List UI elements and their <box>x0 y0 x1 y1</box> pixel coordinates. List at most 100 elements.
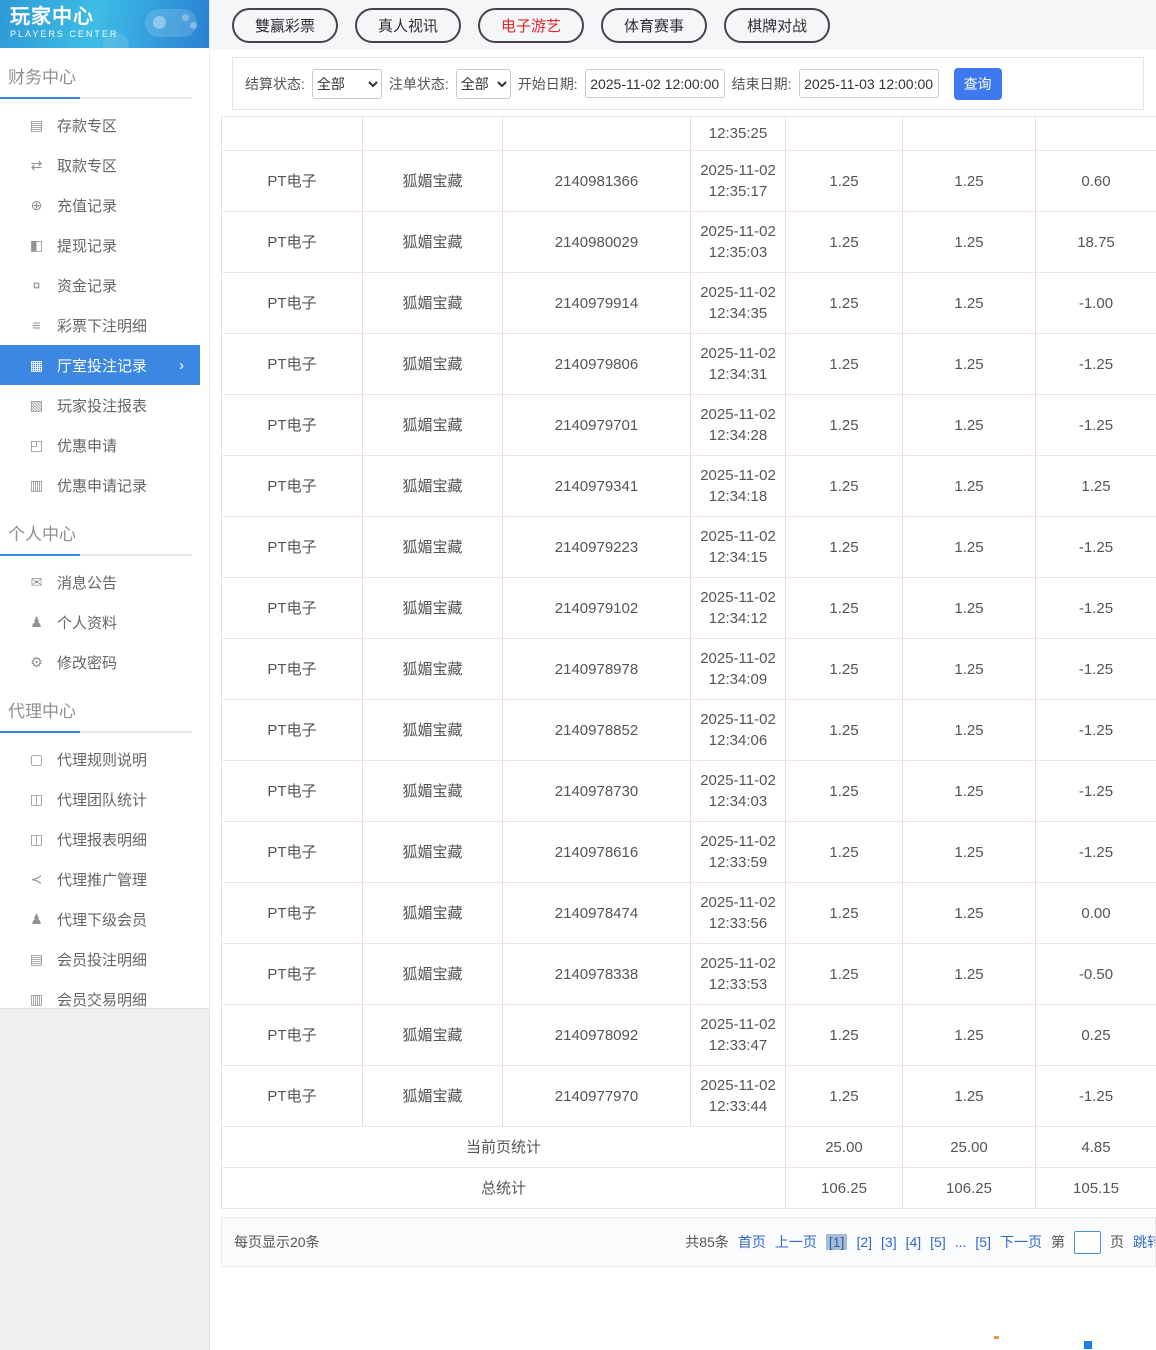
order-status-select[interactable]: 全部 <box>455 68 511 99</box>
sidebar-item-hall-bet-record[interactable]: ▦ 厅室投注记录 › <box>0 345 200 385</box>
search-button[interactable]: 查询 <box>953 67 1002 100</box>
valid-bet-cell: 1.25 <box>902 638 1036 700</box>
time-cell: 2025-11-02 12:33:59 <box>690 821 786 883</box>
jump-button[interactable]: 跳转 <box>1133 1232 1155 1252</box>
main-content: 雙赢彩票 真人视讯 电子游艺 体育赛事 棋牌对战 结算状态: 全部 注单状态: 全部 开… <box>210 0 1156 1267</box>
sidebar-item-deposit-card[interactable]: ▤ 存款专区 <box>0 105 209 145</box>
bet-date: 2025-11-02 <box>700 345 776 362</box>
order-no-cell: 2140979914 <box>502 272 691 334</box>
summary-label: 总统计 <box>221 1167 786 1209</box>
table-row: PT电子 狐媚宝藏 2140979341 2025-11-02 12:34:18 1.25… <box>221 455 1156 517</box>
page-link[interactable]: [2] <box>856 1234 872 1250</box>
sidebar-item-label: 资金记录 <box>57 277 118 295</box>
current-page-link[interactable]: [1] <box>825 1234 848 1250</box>
floating-widget-fragment-blue[interactable] <box>1084 1341 1092 1349</box>
page-link[interactable]: [3] <box>881 1234 897 1250</box>
total-summary-row: 总统计 106.25 106.25 105.15 <box>221 1167 1156 1209</box>
total-count-text: 共85条 <box>685 1234 729 1250</box>
bet-time: 12:34:15 <box>708 549 768 566</box>
player-report-icon: ▧ <box>29 396 44 413</box>
sidebar-item-recharge-record[interactable]: ⊕ 充值记录 <box>0 185 209 225</box>
sidebar-item-promo-apply[interactable]: ◰ 优惠申请 <box>0 425 209 465</box>
sidebar-item-agent-rules[interactable]: ▢ 代理规则说明 <box>0 739 209 779</box>
pagination-controls: 共85条首页上一页 [1] [2] [3] [4] [5]... [5] 下一页第 页跳转 <box>685 1230 1155 1254</box>
platform-cell: PT电子 <box>221 760 363 822</box>
platform-cell: PT电子 <box>221 455 363 517</box>
end-date-input[interactable] <box>798 69 939 98</box>
empty-cell <box>221 116 363 151</box>
sidebar-item-funds-record[interactable]: ¤ 资金记录 <box>0 265 209 305</box>
bet-time: 12:34:35 <box>708 305 768 322</box>
order-no-cell: 2140979806 <box>502 333 691 395</box>
settle-status-select[interactable]: 全部 <box>311 68 382 99</box>
sidebar-item-agent-members[interactable]: ♟ 代理下级会员 <box>0 899 209 939</box>
sidebar-item-label: 修改密码 <box>57 654 118 672</box>
pagination-bar: 每页显示20条 共85条 首页 上一页 [1] [2] [3] [4] [5]... [5] 下一… <box>221 1217 1156 1267</box>
nav-tab[interactable]: 棋牌对战 <box>724 7 831 43</box>
page-link[interactable]: [4] <box>906 1234 922 1250</box>
order-no-cell: 2140979341 <box>502 455 691 517</box>
settle-status-label: 结算状态: <box>245 75 305 92</box>
nav-tab[interactable]: 体育赛事 <box>601 7 708 43</box>
sidebar-item-player-report[interactable]: ▧ 玩家投注报表 <box>0 385 209 425</box>
nav-tab[interactable]: 电子游艺 <box>478 7 585 43</box>
profile-icon: ♟ <box>30 613 43 630</box>
nav-tab[interactable]: 真人视讯 <box>355 7 462 43</box>
sidebar-section-title: 个人中心 <box>8 525 76 544</box>
bet-amount-cell: 1.25 <box>785 882 903 944</box>
order-status-label: 注单状态: <box>388 75 449 92</box>
sidebar-item-announcement[interactable]: ✉ 消息公告 <box>0 562 209 602</box>
last-page-link[interactable]: [5] <box>975 1234 991 1250</box>
deposit-card-icon: ▤ <box>29 116 44 133</box>
sidebar-section-title: 代理中心 <box>8 702 76 721</box>
empty-cell <box>502 116 691 151</box>
valid-bet-cell: 1.25 <box>902 394 1036 456</box>
win-loss-cell: 0.60 <box>1035 150 1156 212</box>
sidebar-item-member-bets[interactable]: ▤ 会员投注明细 <box>0 939 209 979</box>
valid-bet-cell: 1.25 <box>902 577 1036 639</box>
platform-cell: PT电子 <box>221 943 363 1005</box>
sidebar-item-label: 存款专区 <box>57 117 118 135</box>
bet-time: 12:34:06 <box>708 732 768 749</box>
sidebar-item-cashout-record[interactable]: ◧ 提现记录 <box>0 225 209 265</box>
game-cell: 狐媚宝藏 <box>362 577 503 639</box>
page-link[interactable]: [5] <box>930 1234 946 1250</box>
bet-time: 12:35:03 <box>708 244 768 261</box>
sidebar-item-agent-team-stats[interactable]: ◫ 代理团队统计 <box>0 779 209 819</box>
table-row: PT电子 狐媚宝藏 2140979701 2025-11-02 12:34:28 1.25… <box>221 394 1156 456</box>
section-underline <box>0 97 192 99</box>
time-cell: 12:35:25 <box>690 116 786 151</box>
jump-page-input[interactable] <box>1074 1230 1101 1254</box>
ellipsis-text: ... <box>954 1234 967 1250</box>
page-summary-row: 当前页统计 25.00 25.00 4.85 <box>221 1126 1156 1168</box>
valid-bet-cell: 1.25 <box>902 516 1036 578</box>
sidebar-item-label: 代理下级会员 <box>57 911 148 929</box>
time-cell: 2025-11-02 12:34:28 <box>690 394 786 456</box>
sidebar-item-label: 代理推广管理 <box>57 871 148 889</box>
first-page-link[interactable]: 首页 <box>738 1232 766 1252</box>
platform-cell: PT电子 <box>221 333 363 395</box>
next-page-link[interactable]: 下一页 <box>1000 1232 1042 1252</box>
sidebar-item-agent-promo[interactable]: ≺ 代理推广管理 <box>0 859 209 899</box>
win-loss-cell: -1.25 <box>1035 516 1156 578</box>
time-cell: 2025-11-02 12:35:03 <box>690 211 786 273</box>
bet-amount-cell: 1.25 <box>785 394 903 456</box>
prev-page-link[interactable]: 上一页 <box>775 1232 817 1252</box>
platform-cell: PT电子 <box>221 272 363 334</box>
sidebar-item-change-password[interactable]: ⚙ 修改密码 <box>0 642 209 682</box>
sidebar-item-lottery-detail[interactable]: ≡ 彩票下注明细 <box>0 305 209 345</box>
sidebar-item-agent-report[interactable]: ◫ 代理报表明细 <box>0 819 209 859</box>
time-cell: 2025-11-02 12:34:15 <box>690 516 786 578</box>
sidebar-item-withdraw[interactable]: ⇄ 取款专区 <box>0 145 209 185</box>
bet-date: 2025-11-02 <box>700 955 776 972</box>
bet-records-table-wrap: 12:35:25 PT电子 狐媚宝藏 2140981366 2025-11-02 12:3… <box>221 116 1156 1209</box>
sidebar-item-member-trans[interactable]: ▥ 会员交易明细 <box>0 979 209 1019</box>
table-row: PT电子 狐媚宝藏 2140979806 2025-11-02 12:34:31 1.25… <box>221 333 1156 395</box>
table-row: PT电子 狐媚宝藏 2140977970 2025-11-02 12:33:44 1.25… <box>221 1065 1156 1127</box>
nav-tab[interactable]: 雙赢彩票 <box>232 7 339 43</box>
start-date-input[interactable] <box>584 69 725 98</box>
table-row: PT电子 狐媚宝藏 2140978978 2025-11-02 12:34:09 1.25… <box>221 638 1156 700</box>
sidebar-item-promo-record[interactable]: ▥ 优惠申请记录 <box>0 465 209 505</box>
sidebar-item-profile[interactable]: ♟ 个人资料 <box>0 602 209 642</box>
change-password-icon: ⚙ <box>30 653 43 670</box>
